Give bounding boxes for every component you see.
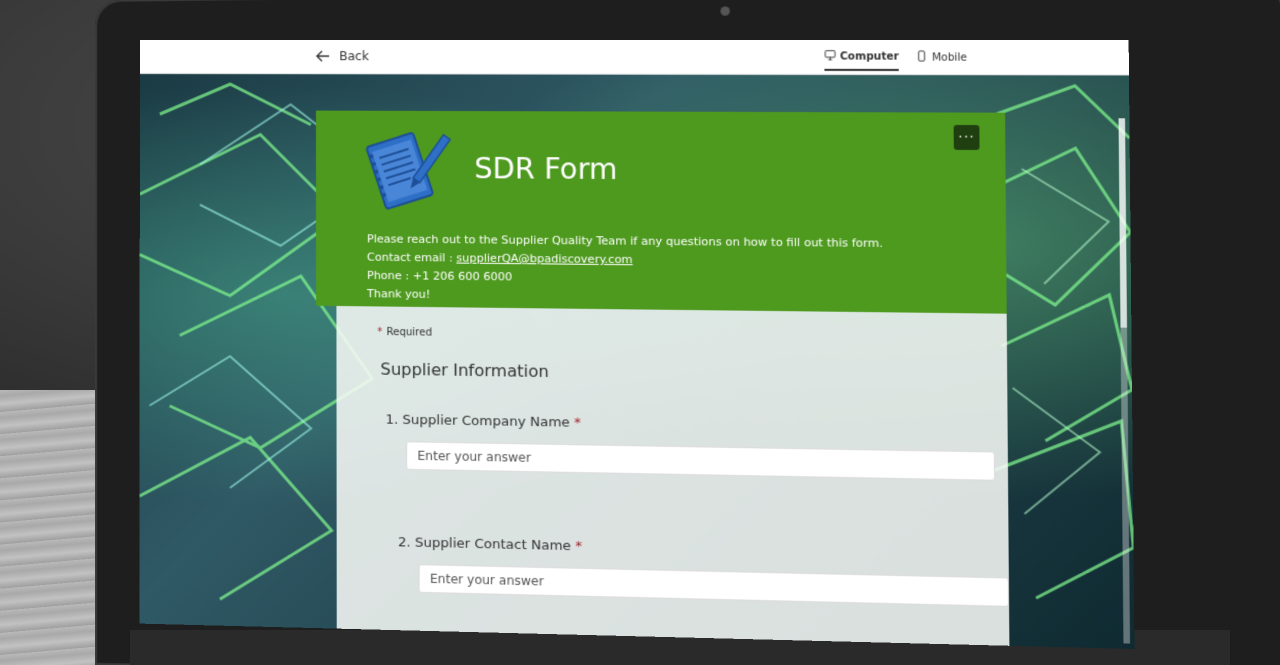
monitor-icon xyxy=(824,49,836,63)
contact-prefix: Contact email : xyxy=(366,250,457,265)
back-label: Back xyxy=(339,49,369,64)
question-2: 2. Supplier Contact Name * xyxy=(398,535,582,554)
form-card: SDR Form ··· Please reach out to the Sup… xyxy=(315,110,1010,649)
form-body: * Required Supplier Information 1. Suppli… xyxy=(336,305,1010,649)
more-options-button[interactable]: ··· xyxy=(953,124,980,151)
computer-view-label: Computer xyxy=(839,50,899,63)
webcam xyxy=(720,6,730,16)
form-header: SDR Form ··· Please reach out to the Sup… xyxy=(315,110,1007,314)
supplier-contact-name-input[interactable] xyxy=(418,564,1010,607)
mobile-view-label: Mobile xyxy=(931,51,968,64)
required-star: * xyxy=(575,538,583,555)
laptop-screen: Back Computer Mobile SDR Form ··· Please… xyxy=(139,40,1135,649)
supplier-company-name-input[interactable] xyxy=(406,441,996,481)
preview-topbar: Back Computer Mobile xyxy=(139,40,1129,76)
form-description: Please reach out to the Supplier Quality… xyxy=(367,230,883,309)
email-link[interactable]: supplierQA@bpadiscovery.com xyxy=(456,251,632,266)
question-label: 1. Supplier Company Name xyxy=(385,412,570,431)
form-title: SDR Form xyxy=(474,151,618,187)
computer-view-tab[interactable]: Computer xyxy=(824,49,899,72)
required-star: * xyxy=(377,326,383,339)
required-star: * xyxy=(574,415,581,431)
required-label: Required xyxy=(386,326,433,339)
mobile-view-tab[interactable]: Mobile xyxy=(916,49,967,71)
phone-icon xyxy=(916,50,928,64)
section-title: Supplier Information xyxy=(380,359,549,382)
arrow-left-icon xyxy=(315,48,331,64)
required-note: * Required xyxy=(377,327,432,339)
question-1: 1. Supplier Company Name * xyxy=(386,412,581,431)
view-toggle: Computer Mobile xyxy=(824,49,967,72)
form-logo xyxy=(357,123,451,217)
question-label: 2. Supplier Contact Name xyxy=(398,535,571,555)
back-button[interactable]: Back xyxy=(315,48,369,64)
